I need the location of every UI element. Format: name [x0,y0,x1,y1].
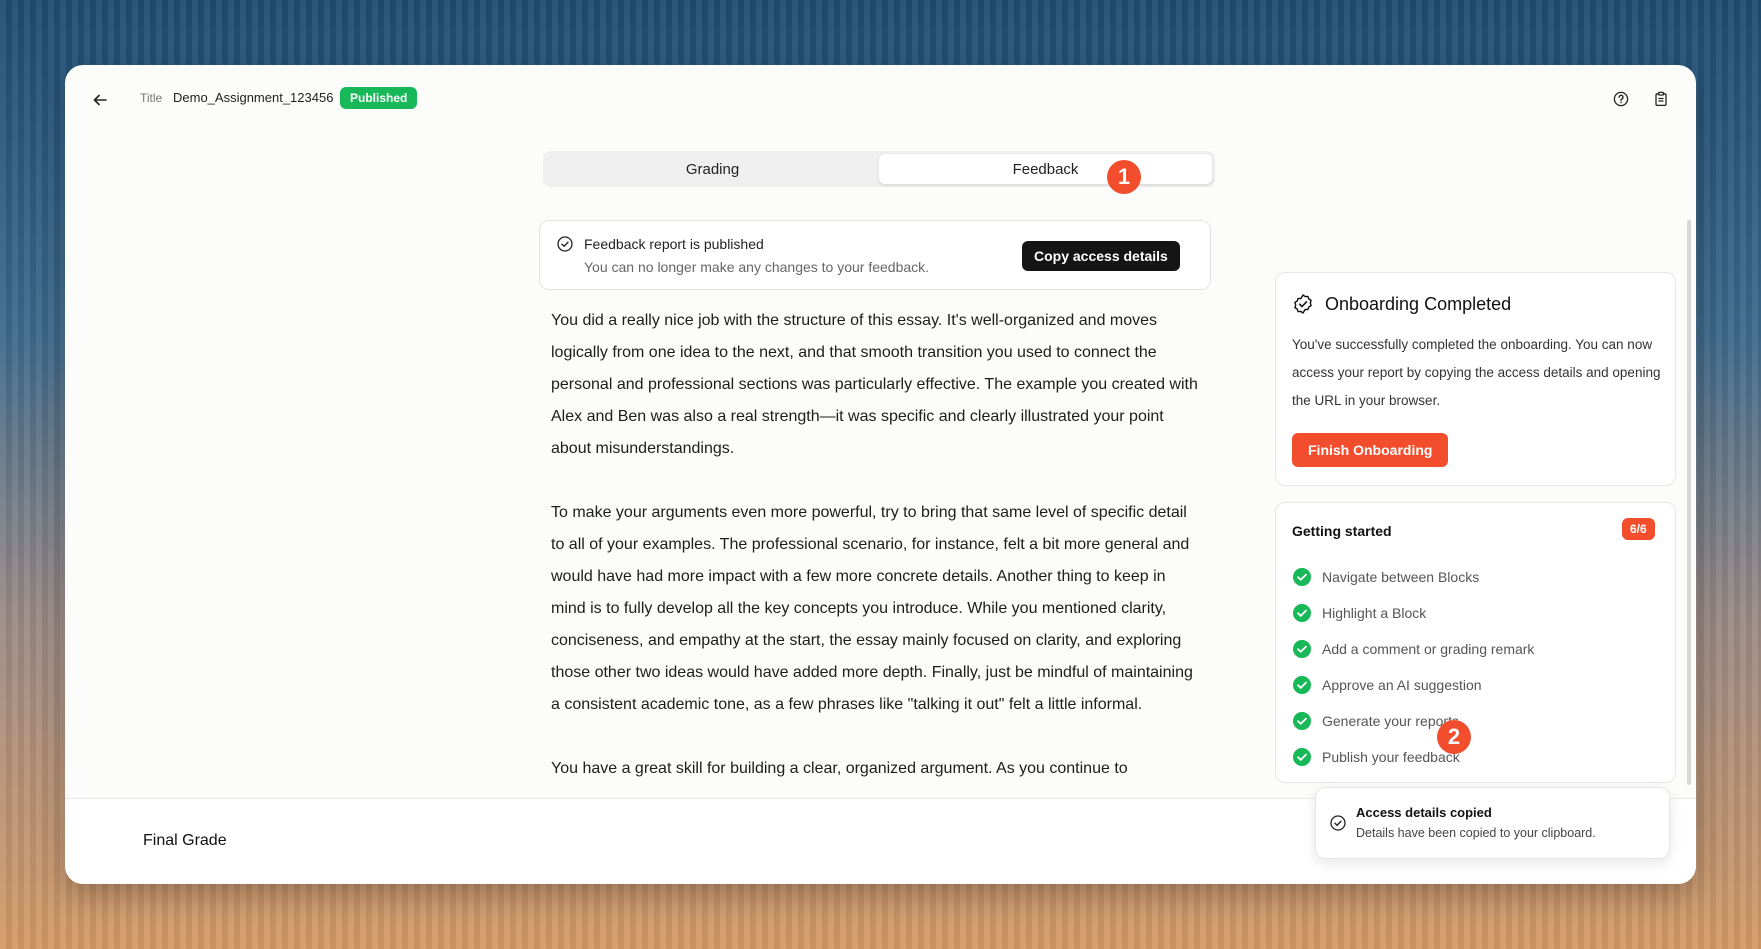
tab-feedback[interactable]: Feedback [879,154,1212,184]
checklist-item[interactable]: Publish your feedback [1292,739,1534,775]
published-banner: Feedback report is published You can no … [539,220,1211,290]
step-marker-1: 1 [1107,160,1141,194]
arrow-left-icon [93,94,107,106]
header: Title Demo_Assignment_123456 Published [65,65,1696,135]
toast-notification[interactable]: Access details copied Details have been … [1315,787,1670,859]
clipboard-button[interactable] [1648,86,1674,112]
help-button[interactable] [1608,86,1634,112]
checklist-item[interactable]: Add a comment or grading remark [1292,631,1534,667]
green-check-icon [1293,640,1311,658]
getting-started-title: Getting started [1292,523,1392,539]
checklist-label: Generate your reports [1322,713,1459,729]
feedback-text: You did a really nice job with the struc… [551,305,1201,781]
check-circle-icon [557,236,573,252]
banner-title: Feedback report is published [584,236,764,252]
checklist-label: Approve an AI suggestion [1322,677,1482,693]
app-window: Title Demo_Assignment_123456 Published G… [65,65,1696,884]
status-badge: Published [340,87,418,109]
copy-access-details-button[interactable]: Copy access details [1022,241,1180,271]
progress-count-badge: 6/6 [1622,518,1655,540]
checklist-label: Add a comment or grading remark [1322,641,1535,657]
check-circle-icon [1330,815,1346,831]
tab-grading[interactable]: Grading [546,154,879,184]
onboarding-card: Onboarding Completed You've successfully… [1275,272,1676,486]
checklist-label: Navigate between Blocks [1322,569,1480,585]
feedback-paragraph: You have a great skill for building a cl… [551,760,1128,777]
checklist-item[interactable]: Generate your reports [1292,703,1534,739]
checklist-label: Highlight a Block [1322,605,1427,621]
checklist-item[interactable]: Highlight a Block [1292,595,1534,631]
onboarding-title: Onboarding Completed [1325,294,1512,314]
back-button[interactable] [85,85,115,115]
green-check-icon [1293,748,1311,766]
green-check-icon [1293,568,1311,586]
toast-text: Details have been copied to your clipboa… [1356,826,1596,840]
title-label: Title [140,91,163,105]
finish-onboarding-button[interactable]: Finish Onboarding [1292,433,1449,467]
final-grade-label: Final Grade [143,832,227,849]
checklist-item[interactable]: Navigate between Blocks [1292,559,1534,595]
green-check-icon [1293,712,1311,730]
step-marker-2: 2 [1437,720,1471,754]
feedback-paragraph: You did a really nice job with the struc… [551,312,1198,457]
scrollbar[interactable] [1687,220,1691,785]
checklist: Navigate between Blocks Highlight a Bloc… [1292,559,1534,775]
checklist-label: Publish your feedback [1322,749,1460,765]
green-check-icon [1293,604,1311,622]
badge-check-icon [1294,294,1312,314]
assignment-title: Demo_Assignment_123456 [173,90,334,105]
banner-subtitle: You can no longer make any changes to yo… [584,259,930,275]
toast-title: Access details copied [1356,805,1492,820]
getting-started-card: Getting started 6/6 Navigate between Blo… [1275,502,1676,783]
onboarding-text: You've successfully completed the onboar… [1292,337,1661,408]
clipboard-icon [1655,91,1667,107]
green-check-icon [1293,676,1311,694]
checklist-item[interactable]: Approve an AI suggestion [1292,667,1534,703]
feedback-paragraph: To make your arguments even more powerfu… [551,504,1193,713]
help-circle-icon [1613,91,1629,107]
